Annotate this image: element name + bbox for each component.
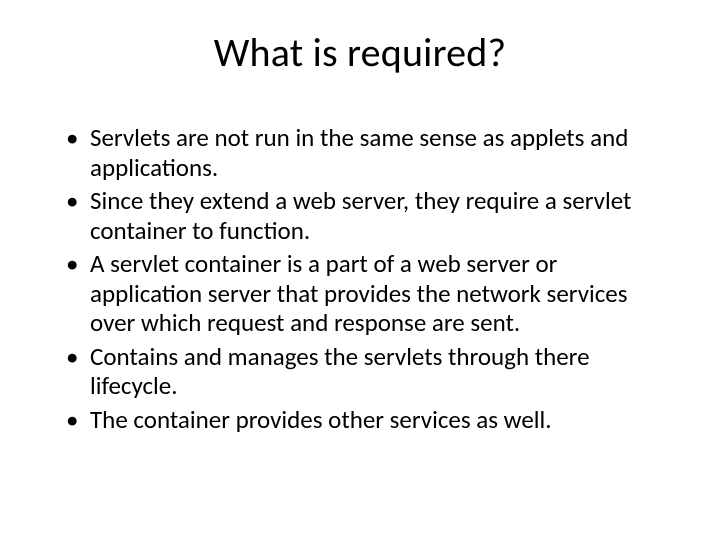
list-item: Servlets are not run in the same sense a… (90, 123, 662, 182)
bullet-list: Servlets are not run in the same sense a… (50, 123, 670, 434)
slide: What is required? Servlets are not run i… (0, 0, 720, 540)
list-item: A servlet container is a part of a web s… (90, 249, 662, 338)
slide-title: What is required? (50, 28, 670, 77)
list-item: Contains and manages the servlets throug… (90, 342, 662, 401)
list-item: The container provides other services as… (90, 405, 662, 435)
list-item: Since they extend a web server, they req… (90, 186, 662, 245)
